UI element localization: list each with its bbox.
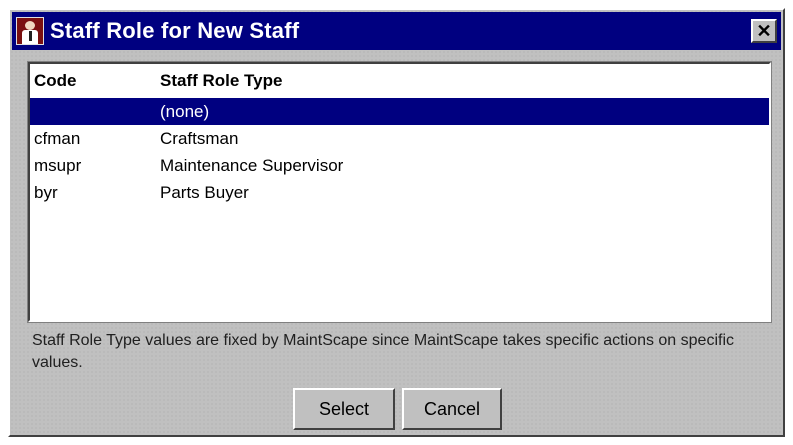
title-bar[interactable]: Staff Role for New Staff ✕ bbox=[12, 12, 781, 50]
row-type: Craftsman bbox=[160, 128, 239, 148]
row-code: msupr bbox=[34, 155, 82, 175]
dialog-window: Staff Role for New Staff ✕ Code Staff Ro… bbox=[8, 8, 785, 437]
row-type: (none) bbox=[160, 101, 210, 121]
list-row-craftsman[interactable]: cfman Craftsman bbox=[30, 125, 769, 152]
app-staff-icon bbox=[16, 17, 44, 45]
window-title: Staff Role for New Staff bbox=[50, 18, 300, 43]
row-code: cfman bbox=[34, 128, 81, 148]
info-note: Staff Role Type values are fixed by Main… bbox=[32, 332, 734, 371]
row-code: byr bbox=[34, 182, 58, 202]
row-type: Parts Buyer bbox=[160, 182, 249, 202]
staff-role-list[interactable]: Code Staff Role Type (none) cfman Crafts… bbox=[27, 61, 772, 323]
list-row-maintenance-supervisor[interactable]: msupr Maintenance Supervisor bbox=[30, 152, 769, 179]
select-button[interactable]: Select bbox=[293, 388, 395, 430]
list-row-none[interactable]: (none) bbox=[30, 98, 769, 125]
list-header: Code Staff Role Type bbox=[30, 64, 769, 98]
cancel-button[interactable]: Cancel bbox=[402, 388, 502, 430]
column-header-type[interactable]: Staff Role Type bbox=[160, 71, 769, 91]
close-icon[interactable]: ✕ bbox=[751, 19, 777, 43]
list-row-parts-buyer[interactable]: byr Parts Buyer bbox=[30, 179, 769, 206]
row-type: Maintenance Supervisor bbox=[160, 155, 344, 175]
column-header-code[interactable]: Code bbox=[30, 71, 160, 91]
